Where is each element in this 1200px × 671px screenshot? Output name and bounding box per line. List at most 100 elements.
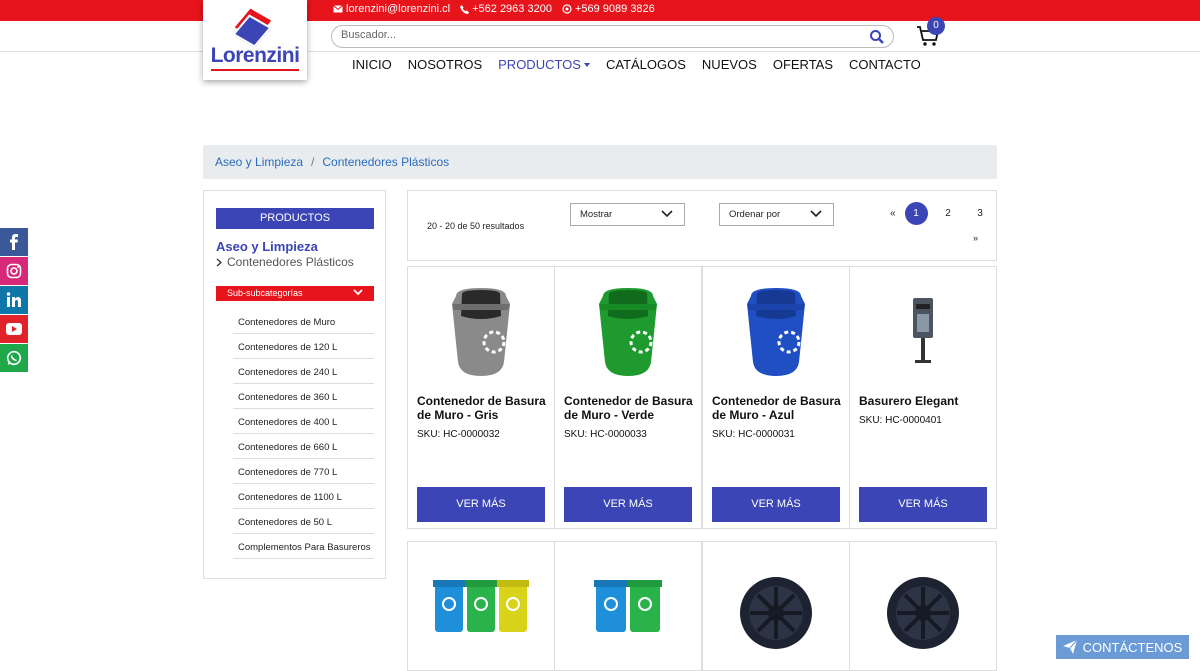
logo-underline — [211, 69, 299, 71]
breadcrumb-level1[interactable]: Aseo y Limpieza — [215, 155, 303, 169]
search-icon[interactable] — [869, 29, 885, 45]
social-sidebar — [0, 228, 28, 373]
header-divider — [0, 51, 1200, 52]
topbar-email-text: lorenzini@lorenzini.cl — [346, 3, 451, 15]
sidebar-item-770l[interactable]: Contenedores de 770 L — [233, 459, 374, 484]
page-1[interactable]: 1 — [904, 202, 928, 225]
product-image[interactable] — [703, 267, 849, 395]
product-card — [407, 541, 555, 671]
sidebar-item-complementos[interactable]: Complementos Para Basureros — [233, 534, 374, 559]
product-card — [554, 541, 702, 671]
sort-select[interactable]: Ordenar por — [719, 203, 834, 226]
show-select-label: Mostrar — [580, 209, 613, 220]
cart-count-badge: 0 — [927, 17, 945, 35]
facebook-icon[interactable] — [0, 228, 28, 256]
nav-nuevos[interactable]: NUEVOS — [702, 57, 757, 72]
page-3[interactable]: 3 — [969, 202, 992, 225]
ver-mas-button[interactable]: VER MÁS — [417, 487, 545, 522]
product-name[interactable]: Basurero Elegant — [859, 394, 991, 408]
category-sidebar: PRODUCTOS Aseo y Limpieza Contenedores P… — [203, 190, 386, 579]
product-image[interactable] — [408, 267, 554, 395]
product-card: Contenedor de Basura de Muro - Verde SKU… — [554, 266, 702, 529]
topbar-phone[interactable]: +562 2963 3200 — [460, 3, 552, 15]
sub-subcategory-list: Contenedores de Muro Contenedores de 120… — [233, 309, 374, 559]
sort-select-label: Ordenar por — [729, 209, 781, 220]
product-image[interactable] — [555, 267, 701, 395]
topbar-whatsapp-text: +569 9089 3826 — [574, 3, 655, 15]
sidebar-item-360l[interactable]: Contenedores de 360 L — [233, 384, 374, 409]
sub-subcategory-dropdown[interactable]: Sub-subcategorías — [216, 286, 374, 301]
sub-subcategory-dropdown-label: Sub-subcategorías — [227, 288, 303, 298]
ver-mas-button[interactable]: VER MÁS — [712, 487, 840, 522]
product-image[interactable] — [408, 542, 554, 670]
product-sku: SKU: HC-0000401 — [859, 415, 942, 426]
product-image[interactable] — [850, 267, 996, 395]
phone-icon — [460, 4, 470, 14]
chevron-down-icon — [661, 210, 673, 218]
pagination-prev[interactable]: « — [890, 208, 896, 219]
product-sku: SKU: HC-0000031 — [712, 429, 795, 440]
wall-bin-gray-image — [452, 287, 510, 376]
search-input[interactable] — [341, 29, 861, 41]
logo-mark-icon — [232, 8, 275, 48]
chevron-right-icon — [216, 258, 222, 266]
show-select[interactable]: Mostrar — [570, 203, 685, 226]
nav-nosotros[interactable]: NOSOTROS — [408, 57, 482, 72]
sidebar-subcategory[interactable]: Contenedores Plásticos — [216, 255, 354, 269]
breadcrumb: Aseo y Limpieza / Contenedores Plásticos — [203, 145, 997, 179]
sidebar-item-120l[interactable]: Contenedores de 120 L — [233, 334, 374, 359]
linkedin-icon[interactable] — [0, 286, 28, 314]
product-card — [849, 541, 997, 671]
product-card — [702, 541, 850, 671]
topbar-contacts: lorenzini@lorenzini.cl +562 2963 3200 +5… — [333, 3, 655, 15]
sidebar-item-240l[interactable]: Contenedores de 240 L — [233, 359, 374, 384]
product-name[interactable]: Contenedor de Basura de Muro - Azul — [712, 394, 844, 422]
sidebar-item-muro[interactable]: Contenedores de Muro — [233, 309, 374, 334]
nav-inicio[interactable]: INICIO — [352, 57, 392, 72]
results-toolbar: 20 - 20 de 50 resultados Mostrar Ordenar… — [407, 190, 997, 261]
sidebar-item-1100l[interactable]: Contenedores de 1100 L — [233, 484, 374, 509]
search-bar — [331, 25, 894, 48]
sidebar-item-660l[interactable]: Contenedores de 660 L — [233, 434, 374, 459]
product-sku: SKU: HC-0000033 — [564, 429, 647, 440]
pagination-next[interactable]: » — [973, 233, 978, 243]
contact-floating-button[interactable]: CONTÁCTENOS — [1056, 635, 1189, 659]
envelope-icon — [333, 5, 343, 13]
nav-catalogos[interactable]: CATÁLOGOS — [606, 57, 686, 72]
topbar-phone-text: +562 2963 3200 — [472, 3, 552, 15]
chevron-down-icon — [810, 210, 822, 218]
wall-bin-green-image — [599, 287, 657, 376]
product-image[interactable] — [555, 542, 701, 670]
nav-productos[interactable]: PRODUCTOS — [498, 57, 590, 72]
caret-down-icon — [583, 62, 590, 67]
elegant-bin-image — [913, 298, 933, 363]
product-card: Contenedor de Basura de Muro - Gris SKU:… — [407, 266, 555, 529]
nav-ofertas[interactable]: OFERTAS — [773, 57, 833, 72]
instagram-icon[interactable] — [0, 257, 28, 285]
product-card: Contenedor de Basura de Muro - Azul SKU:… — [702, 266, 850, 529]
sidebar-subcategory-label: Contenedores Plásticos — [227, 255, 354, 269]
wheel-image — [887, 577, 959, 649]
product-name[interactable]: Contenedor de Basura de Muro - Gris — [417, 394, 549, 422]
sidebar-item-400l[interactable]: Contenedores de 400 L — [233, 409, 374, 434]
ver-mas-button[interactable]: VER MÁS — [564, 487, 692, 522]
whatsapp-side-icon[interactable] — [0, 344, 28, 372]
wheel-image — [740, 577, 812, 649]
site-logo[interactable]: Lorenzini — [203, 0, 307, 80]
main-nav: INICIO NOSOTROS PRODUCTOS CATÁLOGOS NUEV… — [352, 57, 921, 72]
whatsapp-icon — [562, 4, 572, 14]
sidebar-category[interactable]: Aseo y Limpieza — [216, 239, 318, 254]
product-image[interactable] — [850, 542, 996, 670]
ver-mas-button[interactable]: VER MÁS — [859, 487, 987, 522]
product-image[interactable] — [703, 542, 849, 670]
topbar-email[interactable]: lorenzini@lorenzini.cl — [333, 3, 450, 15]
topbar-whatsapp[interactable]: +569 9089 3826 — [562, 3, 655, 15]
product-name[interactable]: Contenedor de Basura de Muro - Verde — [564, 394, 696, 422]
breadcrumb-level2[interactable]: Contenedores Plásticos — [322, 155, 449, 169]
page-2[interactable]: 2 — [937, 202, 960, 225]
breadcrumb-separator: / — [311, 155, 315, 169]
youtube-icon[interactable] — [0, 315, 28, 343]
nav-contacto[interactable]: CONTACTO — [849, 57, 921, 72]
contact-button-label: CONTÁCTENOS — [1082, 639, 1183, 655]
sidebar-item-50l[interactable]: Contenedores de 50 L — [233, 509, 374, 534]
